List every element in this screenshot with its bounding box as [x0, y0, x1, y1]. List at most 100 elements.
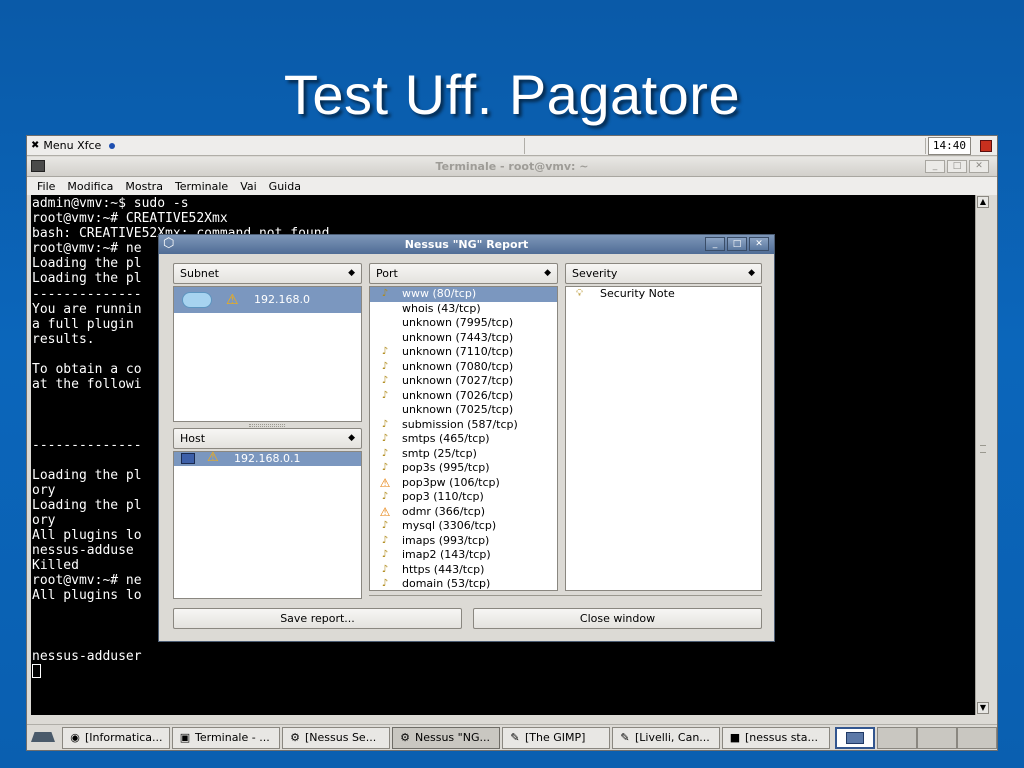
close-button[interactable]: ✕: [969, 160, 989, 173]
port-list[interactable]: ♪ www (80/tcp) whois (43/tcp) unknown (7995…: [369, 286, 558, 591]
taskbar-item-label: [Informatica...: [85, 731, 163, 744]
host-list-item[interactable]: ⚠ 192.168.0.1: [174, 452, 361, 466]
port-combo[interactable]: Port ◆: [369, 263, 558, 284]
port-item-label: unknown (7443/tcp): [402, 330, 514, 344]
taskbar: ◉ [Informatica... ▣ Terminale - ... ⚙ [N…: [27, 724, 997, 750]
bulb-icon: ♪: [381, 389, 389, 401]
dialog-title: Nessus "NG" Report: [404, 238, 529, 251]
taskbar-item-nessus-setup[interactable]: ⚙ [Nessus Se...: [282, 727, 390, 749]
taskbar-item-label: [Nessus Se...: [305, 731, 377, 744]
workspace-4[interactable]: [957, 727, 997, 749]
menu-file[interactable]: File: [37, 180, 55, 193]
taskbar-item-terminale[interactable]: ▣ Terminale - ...: [172, 727, 280, 749]
nessus-report-dialog: ⬡ Nessus "NG" Report _ □ ✕ Subnet ◆ ⚠ 19…: [158, 234, 775, 642]
host-list[interactable]: ⚠ 192.168.0.1: [173, 451, 362, 599]
pane-resize-grip[interactable]: [249, 424, 285, 427]
dialog-titlebar[interactable]: ⬡ Nessus "NG" Report _ □ ✕: [159, 235, 774, 254]
port-list-item[interactable]: ♪ smtp (25/tcp): [370, 447, 557, 462]
menu-terminale[interactable]: Terminale: [175, 180, 228, 193]
taskbar-item-nessus-report[interactable]: ⚙ Nessus "NG...: [392, 727, 500, 749]
warning-icon: ⚠: [207, 451, 219, 465]
terminal-line: nessus-adduser: [32, 648, 142, 664]
port-list-item[interactable]: ♪ submission (587/tcp): [370, 418, 557, 433]
port-list-item[interactable]: unknown (7025/tcp): [370, 403, 557, 418]
menu-guida[interactable]: Guida: [269, 180, 301, 193]
port-item-label: whois (43/tcp): [402, 301, 481, 315]
taskbar-item-livelli[interactable]: ✎ [Livelli, Can...: [612, 727, 720, 749]
port-list-item[interactable]: ♪ unknown (7027/tcp): [370, 374, 557, 389]
workspace-3[interactable]: [917, 727, 957, 749]
severity-combo[interactable]: Severity ◆: [565, 263, 762, 284]
notification-dot-icon: [109, 142, 116, 149]
show-desktop-icon[interactable]: [31, 732, 55, 742]
port-list-item[interactable]: ♪ smtps (465/tcp): [370, 432, 557, 447]
taskbar-item-gimp[interactable]: ✎ [The GIMP]: [502, 727, 610, 749]
port-list-item[interactable]: ⚠ pop3pw (106/tcp): [370, 476, 557, 491]
close-window-button[interactable]: Close window: [473, 608, 762, 629]
port-item-label: pop3pw (106/tcp): [402, 475, 500, 489]
scroll-down-arrow-icon[interactable]: ▼: [977, 702, 989, 714]
warning-icon: ⚠: [226, 292, 239, 308]
gimp-icon: ✎: [620, 731, 630, 744]
port-item-label: submission (587/tcp): [402, 417, 518, 431]
slide-title: Test Uff. Pagatore: [283, 63, 741, 126]
subnet-combo[interactable]: Subnet ◆: [173, 263, 362, 284]
dialog-close-button[interactable]: ✕: [749, 237, 769, 251]
port-list-item[interactable]: ♪ www (80/tcp): [370, 287, 557, 302]
port-item-label: domain (53/tcp): [402, 577, 491, 590]
port-list-item[interactable]: ⚠ odmr (366/tcp): [370, 505, 557, 520]
port-list-item[interactable]: ♪ unknown (7026/tcp): [370, 389, 557, 404]
taskbar-item-label: [nessus sta...: [745, 731, 818, 744]
warning-icon: ⚠: [379, 504, 391, 519]
clock[interactable]: 14:40: [927, 137, 971, 155]
port-list-item[interactable]: ♪ pop3 (110/tcp): [370, 490, 557, 505]
workspace-1[interactable]: [835, 727, 875, 749]
subnet-list-item[interactable]: ⚠ 192.168.0: [174, 287, 361, 313]
terminal-titlebar[interactable]: Terminale - root@vmv: ~ _ □ ✕: [27, 157, 997, 177]
port-list-item[interactable]: ♪ imap2 (143/tcp): [370, 548, 557, 563]
taskbar-item-informatica[interactable]: ◉ [Informatica...: [62, 727, 170, 749]
port-item-label: imaps (993/tcp): [402, 533, 490, 547]
port-list-item[interactable]: ♪ domain (53/tcp): [370, 577, 557, 590]
panel-separator: [925, 138, 926, 154]
dialog-minimize-button[interactable]: _: [705, 237, 725, 251]
tray-icon[interactable]: [980, 140, 992, 152]
port-list-item[interactable]: ♪ unknown (7080/tcp): [370, 360, 557, 375]
menu-modifica[interactable]: Modifica: [67, 180, 113, 193]
port-item-label: unknown (7110/tcp): [402, 345, 514, 358]
bulb-icon: ♪: [381, 491, 389, 502]
taskbar-item-nessus-status[interactable]: ■ [nessus sta...: [722, 727, 830, 749]
port-item-label: mysql (3306/tcp): [402, 519, 497, 532]
minimize-button[interactable]: _: [925, 160, 945, 173]
port-list-item[interactable]: ♪ https (443/tcp): [370, 563, 557, 578]
port-list-item[interactable]: whois (43/tcp): [370, 302, 557, 317]
dialog-maximize-button[interactable]: □: [727, 237, 747, 251]
menu-vai[interactable]: Vai: [240, 180, 256, 193]
workspace-2[interactable]: [877, 727, 917, 749]
port-list-item[interactable]: ♪ pop3s (995/tcp): [370, 461, 557, 476]
severity-list-item[interactable]: 💡︎ Security Note: [566, 287, 761, 302]
pane-separator: [369, 595, 762, 598]
xfce-menu-button[interactable]: ✖ Menu Xfce: [27, 139, 116, 152]
maximize-button[interactable]: □: [947, 160, 967, 173]
menu-mostra[interactable]: Mostra: [125, 180, 163, 193]
save-report-button[interactable]: Save report...: [173, 608, 462, 629]
port-item-label: pop3s (995/tcp): [402, 461, 490, 474]
taskbar-item-label: Nessus "NG...: [415, 731, 490, 744]
port-item-label: www (80/tcp): [402, 287, 477, 300]
severity-list[interactable]: 💡︎ Security Note: [565, 286, 762, 591]
port-list-item[interactable]: ♪ mysql (3306/tcp): [370, 519, 557, 534]
terminal-menubar: File Modifica Mostra Terminale Vai Guida: [27, 177, 997, 195]
xfce-mouse-icon: ✖: [31, 140, 40, 151]
port-list-item[interactable]: unknown (7443/tcp): [370, 331, 557, 346]
port-list-item[interactable]: ♪ unknown (7110/tcp): [370, 345, 557, 360]
scroll-up-arrow-icon[interactable]: ▲: [977, 196, 989, 208]
globe-icon: ◉: [70, 731, 80, 744]
scrollbar-grip[interactable]: [980, 445, 986, 453]
port-list-item[interactable]: unknown (7995/tcp): [370, 316, 557, 331]
host-combo[interactable]: Host ◆: [173, 428, 362, 449]
port-list-item[interactable]: ♪ imaps (993/tcp): [370, 534, 557, 549]
terminal-scrollbar[interactable]: ▲ ▼: [975, 195, 989, 715]
subnet-list[interactable]: ⚠ 192.168.0: [173, 286, 362, 422]
bulb-icon: ♪: [381, 520, 389, 531]
